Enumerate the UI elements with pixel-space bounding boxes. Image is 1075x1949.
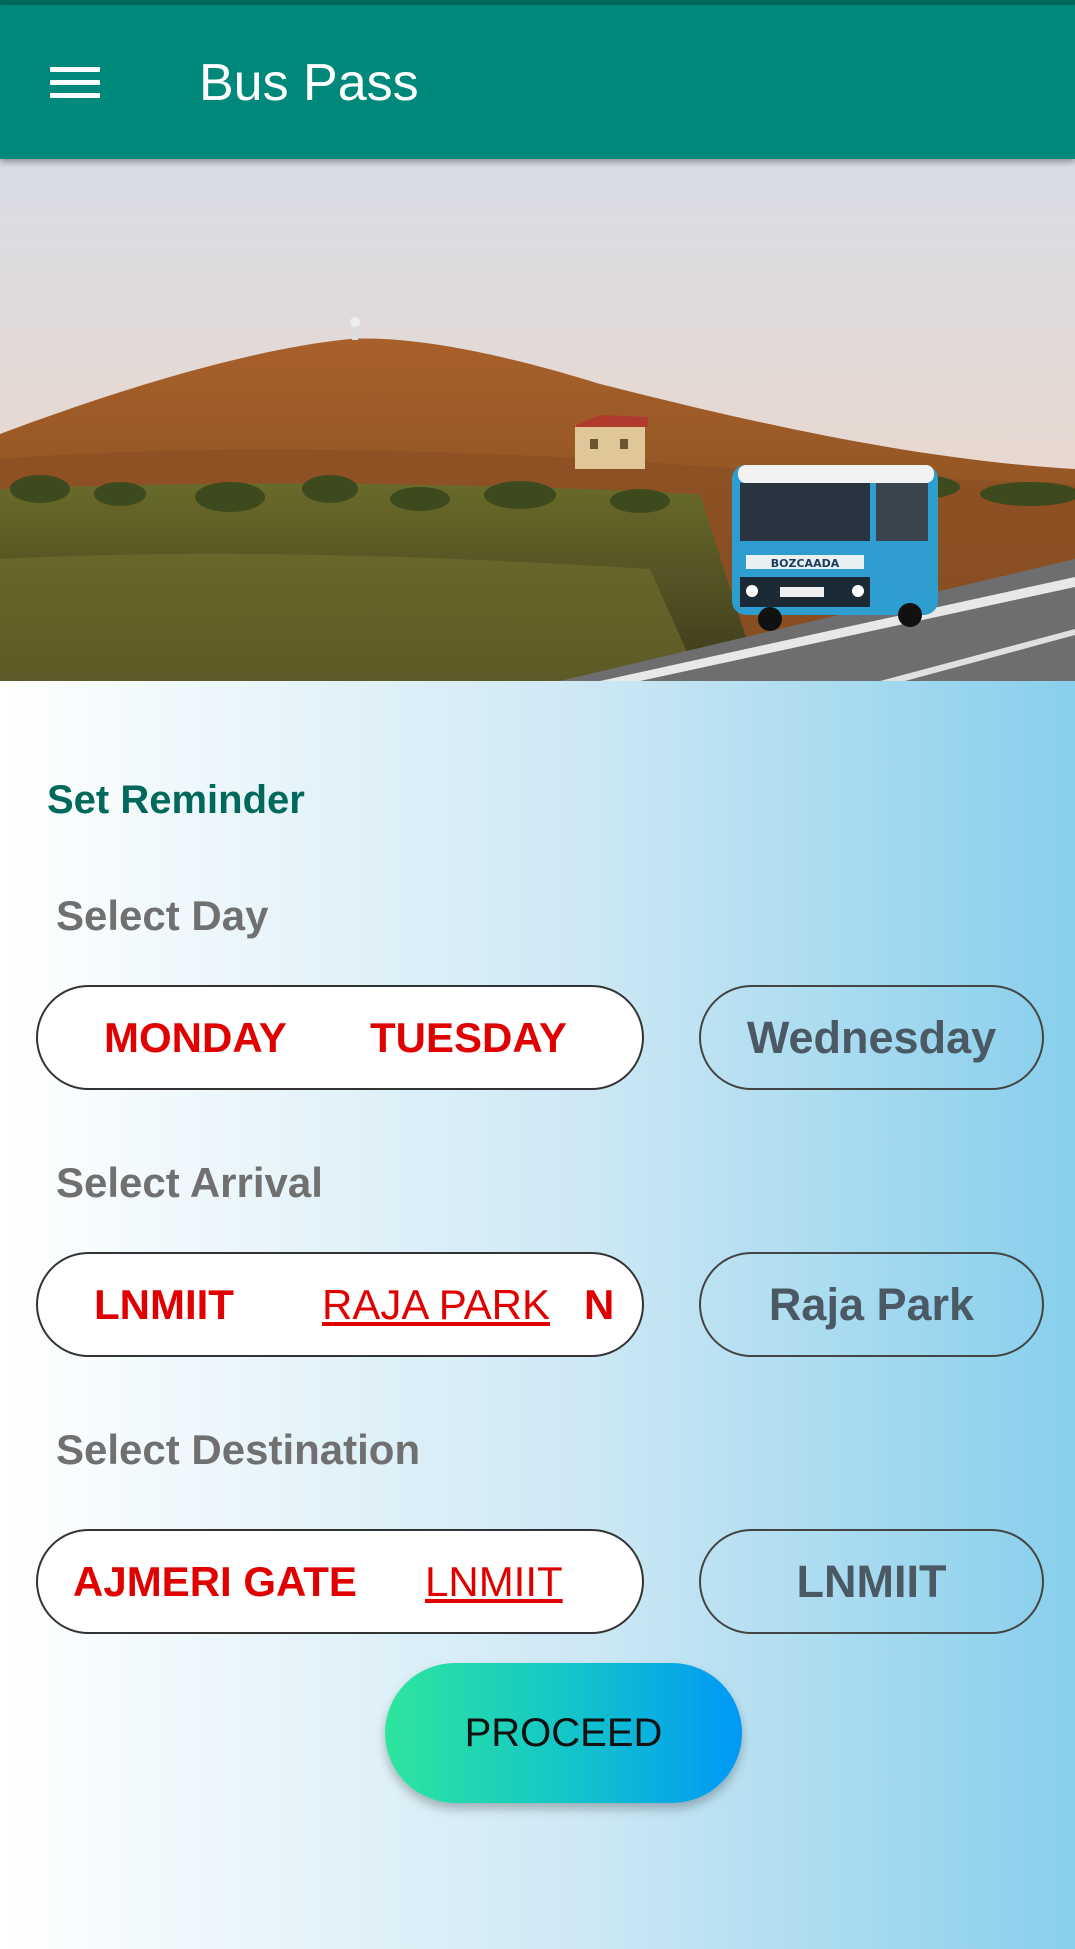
- destination-picker[interactable]: AJMERI GATE LNMIIT: [36, 1529, 644, 1634]
- hero-image: BOZCAADA: [0, 159, 1075, 681]
- destination-option-lnmiit[interactable]: LNMIIT: [425, 1558, 563, 1606]
- select-destination-label: Select Destination: [56, 1426, 421, 1473]
- selected-destination-value: LNMIIT: [699, 1529, 1044, 1634]
- proceed-button[interactable]: PROCEED: [385, 1663, 742, 1803]
- arrival-option-raja-park[interactable]: RAJA PARK: [322, 1281, 550, 1329]
- day-option-tuesday[interactable]: TUESDAY: [370, 1014, 567, 1062]
- app-bar: Bus Pass: [0, 5, 1075, 159]
- day-option-monday[interactable]: MONDAY: [104, 1014, 287, 1062]
- select-day-label: Select Day: [56, 892, 269, 939]
- arrival-picker[interactable]: LNMIIT RAJA PARK N: [36, 1252, 644, 1357]
- selected-arrival-value: Raja Park: [699, 1252, 1044, 1357]
- reminder-form: Set Reminder Select Day MONDAY TUESDAY W…: [0, 681, 1075, 1949]
- destination-option-ajmeri-gate[interactable]: AJMERI GATE: [73, 1558, 357, 1606]
- arrival-option-lnmiit[interactable]: LNMIIT: [94, 1281, 234, 1329]
- arrival-option-partial[interactable]: N: [584, 1281, 614, 1329]
- select-arrival-label: Select Arrival: [56, 1159, 323, 1206]
- hamburger-menu-icon[interactable]: [48, 62, 104, 102]
- section-title: Set Reminder: [47, 778, 305, 822]
- bus-sign-text: BOZCAADA: [771, 557, 840, 570]
- selected-day-value: Wednesday: [699, 985, 1044, 1090]
- day-picker[interactable]: MONDAY TUESDAY: [36, 985, 644, 1090]
- app-title: Bus Pass: [199, 54, 419, 112]
